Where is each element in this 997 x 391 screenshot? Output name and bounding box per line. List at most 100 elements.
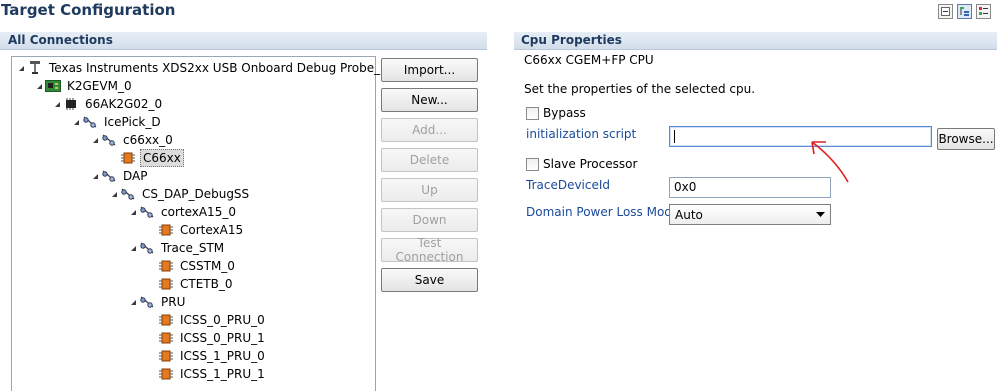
tree-node-label: Texas Instruments XDS2xx USB Onboard Deb…	[49, 61, 388, 75]
tree-node-label: c66xx_0	[123, 133, 173, 147]
tree-node[interactable]: 66AK2G02_0	[51, 95, 164, 113]
tree-node[interactable]: ICSS_0_PRU_0	[146, 311, 267, 329]
text-caret	[674, 130, 675, 143]
connections-tree: Texas Instruments XDS2xx USB Onboard Deb…	[11, 56, 388, 391]
tree-node-label: PRU	[161, 295, 186, 309]
tree-node-label: ICSS_1_PRU_0	[180, 349, 265, 363]
domain-power-loss-mode-select[interactable]: Auto	[669, 204, 831, 225]
tree-node[interactable]: ICSS_0_PRU_1	[146, 329, 267, 347]
tree-node[interactable]: K2GEVM_0	[33, 77, 134, 95]
tree-view-icon[interactable]	[957, 4, 972, 19]
slave-processor-checkbox-row[interactable]: Slave Processor	[526, 156, 637, 172]
tree-node[interactable]: CSSTM_0	[146, 257, 237, 275]
tree-node-label: IcePick_D	[104, 115, 161, 129]
router-icon	[120, 186, 136, 202]
router-icon	[82, 114, 98, 130]
domain-power-loss-mode-label: Domain Power Loss Mode	[526, 205, 680, 219]
expanded-triangle-icon[interactable]	[89, 131, 101, 149]
tree-node-label: Trace_STM	[161, 241, 225, 255]
tree-node-label: CortexA15	[180, 223, 244, 237]
initialization-script-label: initialization script	[526, 127, 637, 141]
cpu-icon	[158, 348, 174, 364]
cpu-icon	[120, 150, 136, 166]
tree-node-label: CSSTM_0	[180, 259, 235, 273]
expanded-triangle-icon[interactable]	[15, 59, 27, 77]
expanded-triangle-icon[interactable]	[127, 293, 139, 311]
tree-node-label: ICSS_1_PRU_1	[180, 367, 265, 381]
tree-node-label: ICSS_0_PRU_1	[180, 331, 265, 345]
expanded-triangle-icon[interactable]	[127, 239, 139, 257]
expanded-triangle-icon[interactable]	[33, 77, 45, 95]
save-button[interactable]: Save	[381, 268, 478, 292]
tree-node-label: ICSS_0_PRU_0	[180, 313, 265, 327]
cpu-properties-header: Cpu Properties	[514, 32, 997, 50]
minimize-icon[interactable]	[938, 4, 953, 19]
tree-node[interactable]: ICSS_1_PRU_1	[146, 365, 267, 383]
tree-node-label: K2GEVM_0	[67, 79, 132, 93]
probe-icon	[27, 60, 43, 76]
test-connection-button[interactable]: Test Connection	[381, 236, 478, 264]
delete-button[interactable]: Delete	[381, 148, 478, 172]
domain-power-loss-mode-value: Auto	[675, 207, 703, 222]
expanded-triangle-icon[interactable]	[89, 167, 101, 185]
chip-icon	[63, 96, 79, 112]
tree-node[interactable]: CS_DAP_DebugSS	[108, 185, 251, 203]
expanded-triangle-icon[interactable]	[127, 203, 139, 221]
bypass-label: Bypass	[543, 106, 586, 120]
expanded-triangle-icon[interactable]	[51, 95, 63, 113]
cpu-icon	[158, 330, 174, 346]
tree-node-label: C66xx	[140, 149, 184, 167]
router-icon	[139, 294, 155, 310]
expanded-triangle-icon[interactable]	[70, 113, 82, 131]
tree-node-label: 66AK2G02_0	[85, 97, 163, 111]
up-button[interactable]: Up	[381, 178, 478, 202]
browse-button[interactable]: Browse...	[937, 128, 995, 150]
expanded-triangle-icon[interactable]	[108, 185, 120, 203]
router-icon	[101, 132, 117, 148]
board-icon	[45, 78, 61, 94]
add-button[interactable]: Add...	[381, 118, 478, 142]
tree-node[interactable]: cortexA15_0	[127, 203, 238, 221]
cpu-icon	[158, 222, 174, 238]
tree-node[interactable]: c66xx_0	[89, 131, 175, 149]
tree-node-label: cortexA15_0	[161, 205, 236, 219]
view-toolbar	[938, 4, 991, 19]
tree-node[interactable]: Trace_STM	[127, 239, 226, 257]
tree-node-label: DAP	[123, 169, 148, 183]
cpu-icon	[158, 366, 174, 382]
tree-node[interactable]: PRU	[127, 293, 187, 311]
tree-node[interactable]: Texas Instruments XDS2xx USB Onboard Deb…	[15, 59, 390, 77]
slave-processor-label: Slave Processor	[543, 157, 638, 171]
list-view-icon[interactable]	[976, 4, 991, 19]
import-button[interactable]: Import...	[381, 58, 478, 82]
down-button[interactable]: Down	[381, 208, 478, 232]
cpu-icon	[158, 276, 174, 292]
tree-node[interactable]: DAP	[89, 167, 149, 185]
tree-node[interactable]: IcePick_D	[70, 113, 163, 131]
bypass-checkbox-row[interactable]: Bypass	[526, 105, 586, 121]
chevron-down-icon	[816, 211, 825, 217]
new-button[interactable]: New...	[381, 88, 478, 112]
cpu-icon	[158, 312, 174, 328]
tree-node[interactable]: C66xx	[108, 149, 184, 167]
cpu-name: C66xx CGEM+FP CPU	[524, 53, 654, 67]
trace-device-id-input[interactable]: 0x0	[669, 177, 831, 198]
tree-node[interactable]: CTETB_0	[146, 275, 235, 293]
router-icon	[101, 168, 117, 184]
router-icon	[139, 240, 155, 256]
bypass-checkbox[interactable]	[526, 106, 539, 120]
tree-node-label: CTETB_0	[180, 277, 233, 291]
slave-processor-checkbox[interactable]	[526, 157, 539, 171]
router-icon	[139, 204, 155, 220]
tree-node[interactable]: ICSS_1_PRU_0	[146, 347, 267, 365]
all-connections-header: All Connections	[0, 32, 487, 50]
tree-node[interactable]: CortexA15	[146, 221, 245, 239]
